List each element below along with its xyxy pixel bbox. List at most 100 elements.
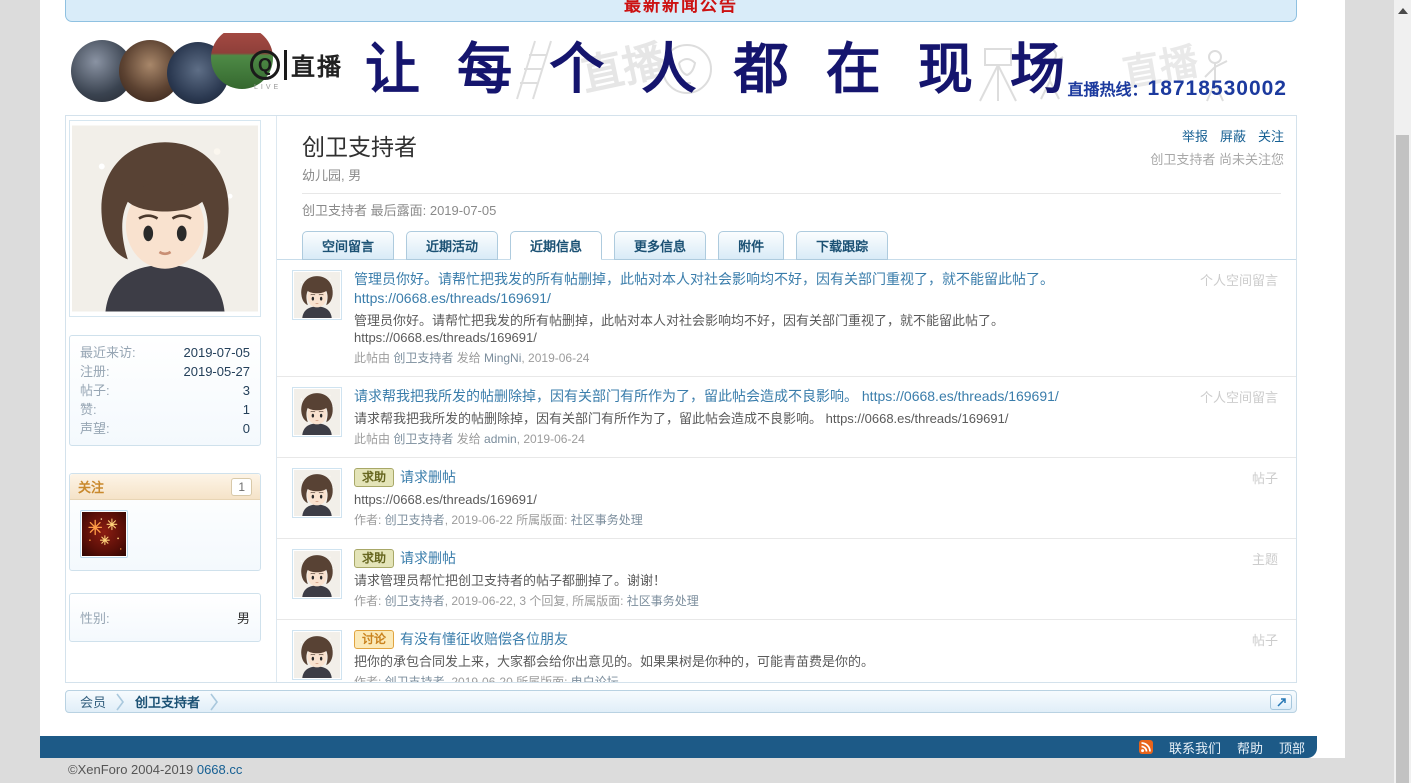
breadcrumb: 会员 创卫支持者 (65, 690, 1297, 713)
profile-action-link[interactable]: 关注 (1258, 129, 1284, 144)
meta-link[interactable]: admin (484, 432, 517, 446)
follow-status: 创卫支持者 尚未关注您 (1150, 149, 1284, 168)
profile-tab[interactable]: 近期信息 (510, 231, 602, 260)
item-body-text: 请求帮我把我所发的帖删除掉，因有关部门有所作为了，留此帖会造成不良影响。 htt… (354, 410, 1156, 427)
profile-action-links: 举报屏蔽关注 (1170, 128, 1284, 145)
slogan-char: 场 (1010, 42, 1065, 97)
browser-scrollbar[interactable] (1394, 0, 1411, 783)
profile-tab[interactable]: 空间留言 (302, 231, 394, 260)
item-author-avatar[interactable] (292, 468, 342, 518)
chevron-right-icon (210, 692, 219, 712)
profile-stats-box: 最近来访: 2019-07-05 注册: 2019-05-27 帖子: 3 赞:… (69, 335, 261, 446)
item-author-avatar[interactable] (292, 549, 342, 599)
profile-tab[interactable]: 更多信息 (614, 231, 706, 260)
item-author-avatar[interactable] (292, 630, 342, 680)
following-box: 关注 1 (69, 473, 261, 571)
footer-link[interactable]: 联系我们 (1169, 738, 1221, 757)
profile-tab[interactable]: 近期活动 (406, 231, 498, 260)
item-title-url-link[interactable]: https://0668.es/threads/169691/ (354, 289, 1156, 308)
list-item: 求助 请求删帖 请求管理员帮忙把创卫支持者的帖子都删掉了。谢谢！ 作者: 创卫支… (277, 538, 1296, 619)
meta-link[interactable]: 社区事务处理 (571, 513, 643, 527)
desktop-background: 最新新闻公告 (0, 0, 1411, 783)
copyright-text: ©XenForo 2004-2019 (68, 762, 197, 777)
logo-caption: LIVE (250, 84, 360, 91)
meta-link[interactable]: 电白论坛 (571, 675, 619, 683)
item-title-link[interactable]: 请求帮我把我所发的帖删除掉，因有关部门有所作为了，留此帖会造成不良影响。 htt… (354, 387, 1059, 406)
item-body-text: https://0668.es/threads/169691/ (354, 491, 1156, 508)
profile-card: 最近来访: 2019-07-05 注册: 2019-05-27 帖子: 3 赞:… (65, 115, 1297, 683)
slogan-char: 都 (734, 42, 789, 97)
profile-action-link[interactable]: 举报 (1182, 129, 1208, 144)
stat-value: 2019-07-05 (184, 343, 251, 362)
profile-action-link[interactable]: 屏蔽 (1220, 129, 1246, 144)
meta-link[interactable]: MingNi (484, 351, 521, 365)
stat-label: 帖子: (80, 381, 110, 400)
item-title-link[interactable]: 请求删帖 (400, 468, 456, 487)
meta-link[interactable]: 创卫支持者 (393, 432, 453, 446)
profile-tab[interactable]: 下载跟踪 (796, 231, 888, 260)
breadcrumb-item[interactable]: 会员 (80, 692, 106, 711)
item-category-label: 帖子 (1252, 630, 1278, 649)
stat-value: 2019-05-27 (184, 362, 251, 381)
rss-icon[interactable] (1139, 740, 1153, 754)
meta-link[interactable]: 创卫支持者 (385, 513, 445, 527)
stat-label: 声望: (80, 419, 110, 438)
announcement-text: 最新新闻公告 (66, 0, 1296, 16)
item-author-avatar[interactable] (292, 270, 342, 320)
item-title-link[interactable]: 请求删帖 (400, 549, 456, 568)
slogan-char: 个 (549, 42, 604, 97)
quick-navigation-button[interactable] (1270, 694, 1292, 710)
profile-main-column: 创卫支持者 幼儿园, 男 举报屏蔽关注 创卫支持者 尚未关注您 创卫支持者 最后… (276, 116, 1296, 682)
stat-row: 最近来访: 2019-07-05 (80, 343, 250, 362)
footer-link[interactable]: 顶部 (1279, 738, 1305, 757)
item-body-text: 请求管理员帮忙把创卫支持者的帖子都删掉了。谢谢！ (354, 572, 1156, 589)
breadcrumb-item[interactable]: 创卫支持者 (135, 692, 200, 711)
prefix-badge: 求助 (354, 549, 394, 568)
list-item: 求助 请求删帖 https://0668.es/threads/169691/ … (277, 457, 1296, 538)
item-meta: 作者: 创卫支持者, 2019-06-22, 3 个回复, 所属版面: 社区事务… (354, 593, 1156, 609)
scrollbar-thumb[interactable] (1396, 135, 1409, 783)
prefix-badge: 讨论 (354, 630, 394, 649)
followed-user-avatar[interactable] (80, 510, 128, 558)
hotline-number: 18718530002 (1148, 77, 1287, 100)
stat-value: 1 (243, 400, 250, 419)
profile-sidebar: 最近来访: 2019-07-05 注册: 2019-05-27 帖子: 3 赞:… (66, 116, 276, 682)
last-seen-text: 创卫支持者 最后露面: 2019-07-05 (302, 194, 1281, 219)
meta-link[interactable]: 社区事务处理 (627, 594, 699, 608)
hotline: 直播热线：18718530002 (1068, 76, 1288, 101)
slogan-char: 现 (918, 42, 973, 97)
stat-row: 声望: 0 (80, 419, 250, 438)
following-title: 关注 (78, 477, 104, 496)
item-title-link[interactable]: 有没有懂征收赔偿各位朋友 (400, 630, 568, 649)
page-title-username: 创卫支持者 (302, 128, 1281, 162)
arrow-up-right-icon (1276, 697, 1287, 708)
forum-page: 最新新闻公告 (40, 0, 1345, 758)
recent-content-list: 管理员你好。请帮忙把我发的所有帖删掉，此帖对本人对社会影响均不好，因有关部门重视… (277, 260, 1296, 683)
profile-tab[interactable]: 附件 (718, 231, 784, 260)
list-item: 管理员你好。请帮忙把我发的所有帖删掉，此帖对本人对社会影响均不好，因有关部门重视… (277, 260, 1296, 376)
meta-link[interactable]: 创卫支持者 (385, 594, 445, 608)
item-author-avatar[interactable] (292, 387, 342, 437)
item-category-label: 个人空间留言 (1200, 387, 1278, 406)
meta-link[interactable]: 创卫支持者 (393, 351, 453, 365)
meta-link[interactable]: 创卫支持者 (385, 675, 445, 683)
profile-avatar[interactable] (69, 120, 261, 317)
stat-value: 3 (243, 381, 250, 400)
logo-q-icon: Q (250, 50, 280, 80)
item-title-link[interactable]: 管理员你好。请帮忙把我发的所有帖删掉，此帖对本人对社会影响均不好，因有关部门重视… (354, 270, 1054, 289)
item-meta: 此帖由 创卫支持者 发给 admin, 2019-06-24 (354, 431, 1156, 447)
item-body-text: 把你的承包合同发上来，大家都会给你出意见的。如果果树是你种的，可能青苗费是你的。 (354, 653, 1156, 670)
chevron-right-icon (116, 692, 125, 712)
list-item: 请求帮我把我所发的帖删除掉，因有关部门有所作为了，留此帖会造成不良影响。 htt… (277, 376, 1296, 457)
slogan-char: 每 (457, 42, 512, 97)
copyright-site-link[interactable]: 0668.cc (197, 762, 243, 777)
item-meta: 作者: 创卫支持者, 2019-06-20 所属版面: 电白论坛 (354, 674, 1156, 683)
banner-slogan: 让每个人都在现场 (365, 33, 1065, 105)
following-count-badge: 1 (231, 478, 252, 496)
stat-value: 0 (243, 419, 250, 438)
item-category-label: 主题 (1252, 549, 1278, 568)
footer-link[interactable]: 帮助 (1237, 738, 1263, 757)
hotline-label: 直播热线： (1068, 82, 1148, 99)
live-banner[interactable]: 直播 直播 Q 直播 LIVE 让每个人都在现场 (65, 33, 1297, 105)
scroll-up-arrow-icon[interactable] (1398, 8, 1408, 14)
